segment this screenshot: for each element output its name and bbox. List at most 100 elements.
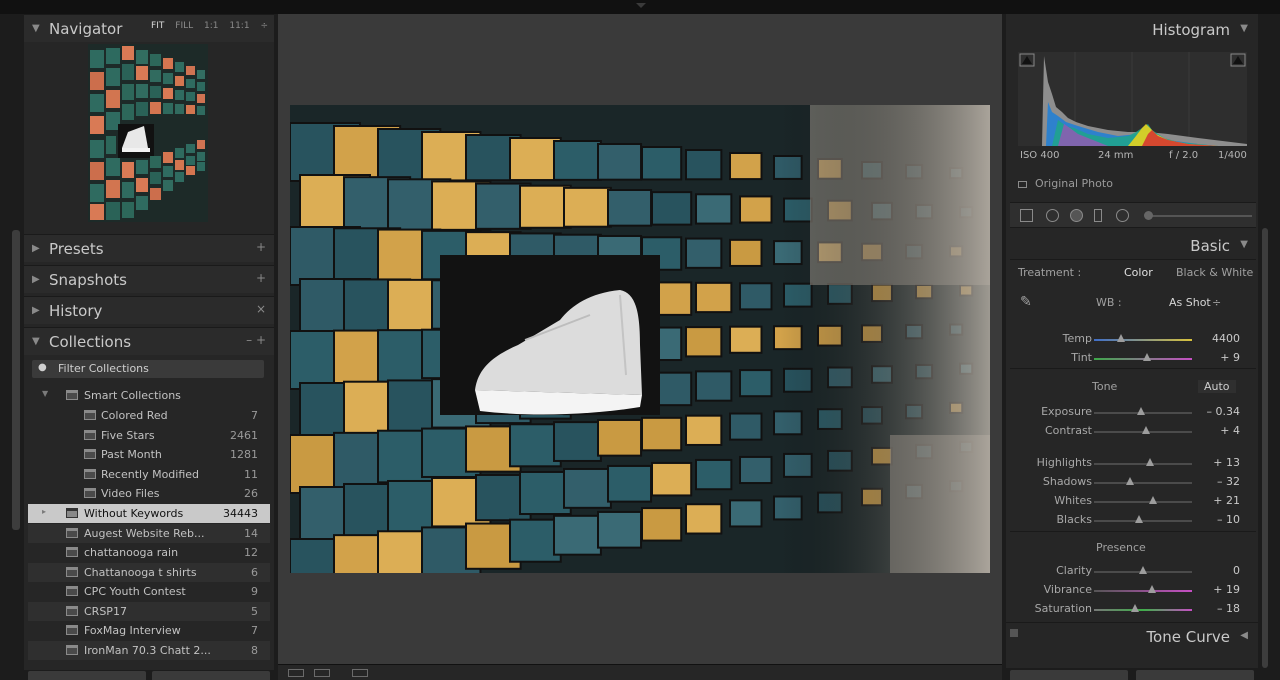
- collection-row[interactable]: chattanooga rain 12: [28, 543, 270, 562]
- collapse-triangle-icon[interactable]: ▼: [1240, 23, 1248, 34]
- collapse-triangle-icon[interactable]: ▼: [32, 336, 40, 347]
- highlights-value[interactable]: + 13: [1213, 456, 1240, 469]
- export-button[interactable]: [152, 671, 270, 680]
- auto-tone-button[interactable]: Auto: [1198, 380, 1236, 393]
- filter-collections-input[interactable]: ● Filter Collections: [32, 360, 264, 378]
- clarity-value[interactable]: 0: [1233, 564, 1240, 577]
- vibrance-slider-track[interactable]: [1094, 590, 1192, 592]
- import-button[interactable]: [28, 671, 146, 680]
- expand-triangle-icon[interactable]: ▶: [32, 243, 40, 254]
- shadows-slider-track[interactable]: [1094, 482, 1192, 484]
- zoom-11-1-button[interactable]: 11:1: [229, 21, 249, 31]
- saturation-slider-track[interactable]: [1094, 609, 1192, 611]
- basic-header[interactable]: Basic ▼: [1006, 232, 1258, 260]
- vibrance-slider-knob[interactable]: [1147, 585, 1156, 593]
- history-header[interactable]: ▶ History ×: [24, 296, 274, 324]
- shadows-slider-knob[interactable]: [1126, 477, 1135, 485]
- original-photo-toggle[interactable]: Original Photo: [1018, 177, 1113, 190]
- highlights-slider-track[interactable]: [1094, 463, 1192, 465]
- treatment-color-button[interactable]: Color: [1124, 266, 1153, 279]
- smart-collection-row[interactable]: Recently Modified 11: [28, 465, 270, 484]
- right-panel-scrollbar[interactable]: [1262, 228, 1268, 668]
- collection-row[interactable]: Augest Website Reb... 14: [28, 523, 270, 543]
- add-preset-icon[interactable]: +: [256, 240, 266, 254]
- tint-value[interactable]: + 9: [1220, 351, 1240, 364]
- zoom-menu-icon[interactable]: ÷: [260, 21, 268, 31]
- temp-value[interactable]: 4400: [1212, 332, 1240, 345]
- collapse-triangle-icon[interactable]: ▼: [42, 389, 48, 398]
- tint-slider-knob[interactable]: [1142, 353, 1151, 361]
- before-after-icon[interactable]: [352, 669, 368, 677]
- collections-header[interactable]: ▼ Collections – +: [24, 327, 274, 355]
- previous-button[interactable]: [1010, 670, 1128, 680]
- checkbox-icon[interactable]: [1018, 180, 1027, 188]
- whites-slider-knob[interactable]: [1148, 496, 1157, 504]
- tool-amount-track[interactable]: [1146, 215, 1252, 217]
- collection-row[interactable]: FoxMag Interview 7: [28, 621, 270, 640]
- collections-add-remove-icons[interactable]: – +: [246, 333, 266, 347]
- highlights-slider-knob[interactable]: [1145, 458, 1154, 466]
- zoom-fit-button[interactable]: FIT: [151, 21, 164, 31]
- collection-row[interactable]: CRSP17 5: [28, 601, 270, 621]
- contrast-slider-knob[interactable]: [1141, 426, 1150, 434]
- whites-slider-track[interactable]: [1094, 501, 1192, 503]
- smart-collections-set[interactable]: ▼ Smart Collections: [28, 386, 270, 405]
- whites-value[interactable]: + 21: [1213, 494, 1240, 507]
- collection-row[interactable]: ▸ Without Keywords 34443: [28, 504, 270, 523]
- blacks-slider-knob[interactable]: [1135, 515, 1144, 523]
- collapse-top-panel-icon[interactable]: [636, 3, 646, 8]
- collapse-triangle-icon[interactable]: ▼: [1240, 239, 1248, 250]
- temp-slider-knob[interactable]: [1117, 334, 1126, 342]
- graduated-filter-icon[interactable]: [1094, 209, 1102, 222]
- expand-triangle-icon[interactable]: ▶: [32, 274, 40, 285]
- presets-header[interactable]: ▶ Presets +: [24, 234, 274, 262]
- collapse-triangle-icon[interactable]: ▼: [32, 23, 40, 34]
- add-snapshot-icon[interactable]: +: [256, 271, 266, 285]
- vibrance-value[interactable]: + 19: [1213, 583, 1240, 596]
- exposure-slider-knob[interactable]: [1137, 407, 1146, 415]
- saturation-value[interactable]: – 18: [1217, 602, 1240, 615]
- contrast-value[interactable]: + 4: [1220, 424, 1240, 437]
- zoom-1-1-button[interactable]: 1:1: [204, 21, 218, 31]
- temp-slider-track[interactable]: [1094, 339, 1192, 341]
- blacks-value[interactable]: – 10: [1217, 513, 1240, 526]
- saturation-slider-knob[interactable]: [1131, 604, 1140, 612]
- histogram-graph[interactable]: [1018, 52, 1247, 146]
- expand-triangle-icon[interactable]: ▶: [32, 305, 40, 316]
- compare-view-icon[interactable]: [314, 669, 330, 677]
- crop-tool-icon[interactable]: [1020, 209, 1033, 222]
- navigator-header[interactable]: ▼ Navigator FIT FILL 1:1 11:1 ÷: [24, 14, 274, 42]
- exposure-value[interactable]: – 0.34: [1207, 405, 1241, 418]
- spot-removal-icon[interactable]: [1046, 209, 1059, 222]
- smart-collection-row[interactable]: Video Files 26: [28, 484, 270, 503]
- top-panel-toggle-strip[interactable]: [0, 0, 1280, 14]
- tone-curve-header[interactable]: Tone Curve ◀: [1006, 622, 1258, 650]
- snapshots-header[interactable]: ▶ Snapshots +: [24, 265, 274, 293]
- white-balance-eyedropper-icon[interactable]: ✎: [1020, 294, 1032, 310]
- clear-history-icon[interactable]: ×: [256, 302, 266, 316]
- red-eye-icon[interactable]: [1070, 209, 1083, 222]
- collection-row[interactable]: CPC Youth Contest 9: [28, 582, 270, 601]
- panel-switch-icon[interactable]: [1010, 629, 1018, 637]
- loupe-view-icon[interactable]: [288, 669, 304, 677]
- collection-row[interactable]: Chattanooga t shirts 6: [28, 562, 270, 582]
- expand-triangle-icon[interactable]: ▸: [42, 507, 46, 516]
- expand-triangle-icon[interactable]: ◀: [1240, 630, 1248, 641]
- main-photo[interactable]: [290, 105, 990, 573]
- treatment-bw-button[interactable]: Black & White: [1176, 266, 1253, 279]
- collection-row[interactable]: IronMan 70.3 Chatt 2... 8: [28, 640, 270, 660]
- wb-value-select[interactable]: As Shot: [1169, 296, 1211, 309]
- clarity-slider-knob[interactable]: [1139, 566, 1147, 574]
- shadows-value[interactable]: – 32: [1217, 475, 1240, 488]
- smart-collection-row[interactable]: Colored Red 7: [28, 406, 270, 425]
- left-panel-scrollbar[interactable]: [12, 230, 20, 530]
- zoom-fill-button[interactable]: FILL: [175, 21, 193, 31]
- radial-filter-icon[interactable]: [1116, 209, 1129, 222]
- wb-select-arrows-icon[interactable]: ÷: [1212, 296, 1221, 309]
- navigator-preview-thumbnail[interactable]: [88, 44, 208, 222]
- histogram-header[interactable]: Histogram ▼: [1006, 16, 1258, 44]
- tool-amount-slider[interactable]: [1144, 211, 1153, 220]
- smart-collection-row[interactable]: Past Month 1281: [28, 445, 270, 464]
- smart-collection-row[interactable]: Five Stars 2461: [28, 426, 270, 445]
- reset-button[interactable]: [1136, 670, 1254, 680]
